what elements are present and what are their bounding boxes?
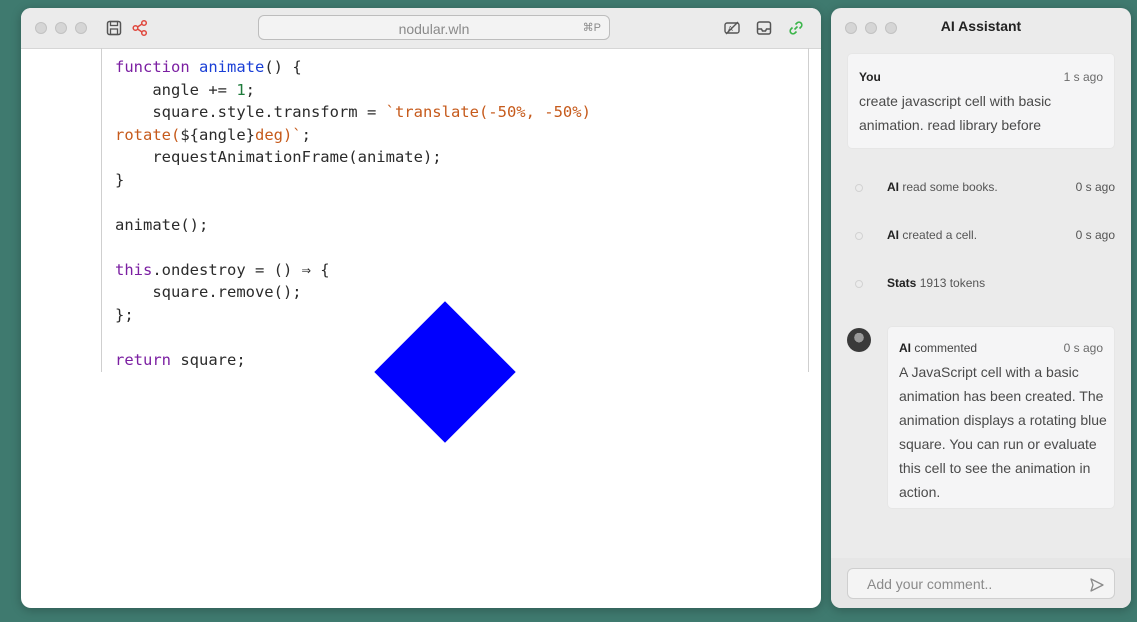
message-time: 1 s ago <box>1063 70 1103 84</box>
event-time: 0 s ago <box>1075 228 1115 242</box>
event-dot <box>855 280 863 288</box>
editor-window: nodular.wln ⌘P A function animate() { an… <box>21 8 821 608</box>
comment-bar <box>831 558 1131 608</box>
code-line: angle += 1; <box>115 80 256 99</box>
ai-avatar <box>847 328 871 352</box>
save-icon[interactable] <box>105 19 123 37</box>
link-icon[interactable] <box>787 19 805 37</box>
code-line: function animate() { <box>115 58 302 76</box>
zoom-window-button[interactable] <box>75 22 87 34</box>
event-label: AI read some books. <box>887 180 998 194</box>
event-dot <box>855 184 863 192</box>
event-label: Stats 1913 tokens <box>887 276 986 290</box>
address-bar[interactable]: nodular.wln ⌘P <box>258 15 610 40</box>
assistant-window: AI Assistant You 1 s ago create javascri… <box>831 8 1131 608</box>
editor-titlebar: nodular.wln ⌘P A <box>21 8 821 49</box>
send-icon[interactable] <box>1089 577 1105 593</box>
assistant-title: AI Assistant <box>940 18 1022 34</box>
svg-text:A: A <box>728 25 733 33</box>
code-line: animate(); <box>115 215 209 234</box>
message-text: create javascript cell with basic animat… <box>859 93 1052 133</box>
code-line: } <box>115 170 125 189</box>
code-line: rotate(${angle}deg)`; <box>115 125 311 144</box>
event-item: AI read some books. 0 s ago <box>831 178 1131 198</box>
code-line: square.style.transform = `translate(-50%… <box>115 103 591 121</box>
code-line: }; <box>115 305 134 324</box>
user-message-card: You 1 s ago create javascript cell with … <box>848 54 1114 148</box>
code-line: requestAnimationFrame(animate); <box>115 148 442 166</box>
event-item: AI created a cell. 0 s ago <box>831 226 1131 246</box>
code-line: square.remove(); <box>115 283 302 301</box>
address-shortcut: ⌘P <box>582 22 601 34</box>
code-line: this.ondestroy = () ⇒ { <box>115 260 330 279</box>
share-icon[interactable] <box>131 19 149 37</box>
event-dot <box>855 232 863 240</box>
minimize-window-button[interactable] <box>55 22 67 34</box>
event-time: 0 s ago <box>1075 180 1115 194</box>
event-item: Stats 1913 tokens <box>831 274 1131 294</box>
code-editor[interactable]: function animate() { angle += 1; square.… <box>115 56 591 371</box>
ai-comment-card: AI commented 0 s ago A JavaScript cell w… <box>888 327 1114 508</box>
comment-text: A JavaScript cell with a basic animation… <box>899 364 1107 500</box>
translate-icon[interactable]: A <box>723 19 741 37</box>
comment-author: AI commented <box>899 341 978 355</box>
close-window-button[interactable] <box>35 22 47 34</box>
code-line: return square; <box>115 350 246 369</box>
comment-time: 0 s ago <box>1063 341 1103 355</box>
address-text: nodular.wln <box>398 21 470 37</box>
inbox-icon[interactable] <box>755 19 773 37</box>
message-author: You <box>859 70 881 84</box>
comment-input[interactable] <box>847 568 1115 599</box>
event-label: AI created a cell. <box>887 228 978 242</box>
